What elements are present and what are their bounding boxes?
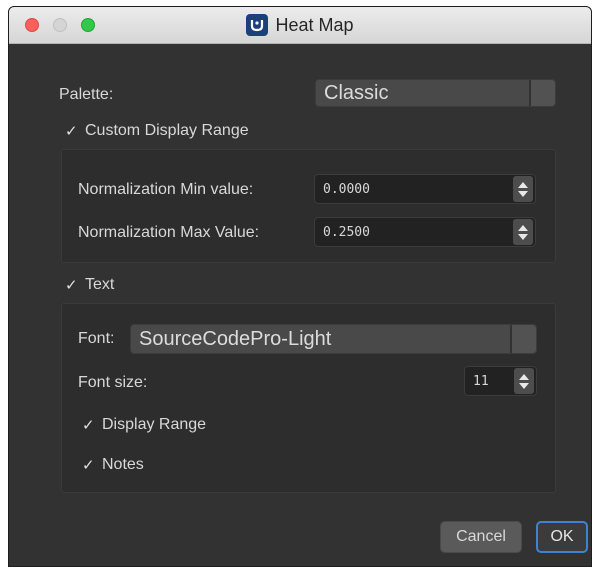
title-bar: Heat Map <box>9 7 591 44</box>
stepper-up-icon <box>518 181 528 188</box>
custom-display-range-checkbox[interactable]: ✓ Custom Display Range <box>65 122 249 140</box>
display-range-checkbox[interactable]: ✓ Display Range <box>82 416 206 434</box>
text-options-group: Font: SourceCodePro-Light Font size: 11 … <box>61 303 556 493</box>
min-value-input[interactable]: 0.0000 <box>315 182 513 197</box>
stepper-up-icon <box>518 224 528 231</box>
font-dropdown-arrow-icon <box>510 325 536 353</box>
font-size-input[interactable]: 11 <box>465 374 514 389</box>
title-area: Heat Map <box>9 7 591 43</box>
app-icon <box>246 14 269 36</box>
custom-range-group: Normalization Min value: 0.0000 Normaliz… <box>61 149 556 263</box>
font-size-spinbox[interactable]: 11 <box>464 366 537 396</box>
palette-dropdown-arrow-icon <box>529 80 555 106</box>
max-value-input[interactable]: 0.2500 <box>315 225 513 240</box>
window-title: Heat Map <box>275 14 354 35</box>
min-value-spinbox[interactable]: 0.0000 <box>314 174 536 204</box>
palette-value: Classic <box>324 81 389 104</box>
notes-checkbox[interactable]: ✓ Notes <box>82 456 144 474</box>
max-value-spinbox[interactable]: 0.2500 <box>314 217 536 247</box>
max-value-stepper[interactable] <box>513 219 533 245</box>
stepper-down-icon <box>518 233 528 240</box>
checkmark-icon: ✓ <box>82 417 95 434</box>
text-checkbox[interactable]: ✓ Text <box>65 276 114 294</box>
palette-dropdown[interactable]: Classic <box>315 79 556 107</box>
font-size-label: Font size: <box>78 374 148 391</box>
stepper-down-icon <box>519 382 529 389</box>
font-label: Font: <box>78 330 115 347</box>
min-value-label: Normalization Min value: <box>78 181 254 198</box>
font-size-stepper[interactable] <box>514 368 534 394</box>
display-range-label: Display Range <box>102 416 207 433</box>
max-value-label: Normalization Max Value: <box>78 224 260 241</box>
checkmark-icon: ✓ <box>65 123 78 140</box>
text-checkbox-label: Text <box>85 276 115 293</box>
custom-display-range-label: Custom Display Range <box>85 122 249 139</box>
stepper-up-icon <box>519 373 529 380</box>
min-value-stepper[interactable] <box>513 176 533 202</box>
ok-button[interactable]: OK <box>536 521 588 553</box>
checkmark-icon: ✓ <box>65 277 78 294</box>
font-dropdown[interactable]: SourceCodePro-Light <box>130 324 537 354</box>
font-value: SourceCodePro-Light <box>139 327 332 350</box>
notes-label: Notes <box>102 456 144 473</box>
palette-label: Palette: <box>59 86 114 103</box>
checkmark-icon: ✓ <box>82 457 95 474</box>
stepper-down-icon <box>518 190 528 197</box>
heat-map-window: Heat Map Palette: Classic ✓ Custom Displ… <box>8 6 592 567</box>
cancel-button[interactable]: Cancel <box>440 521 522 553</box>
